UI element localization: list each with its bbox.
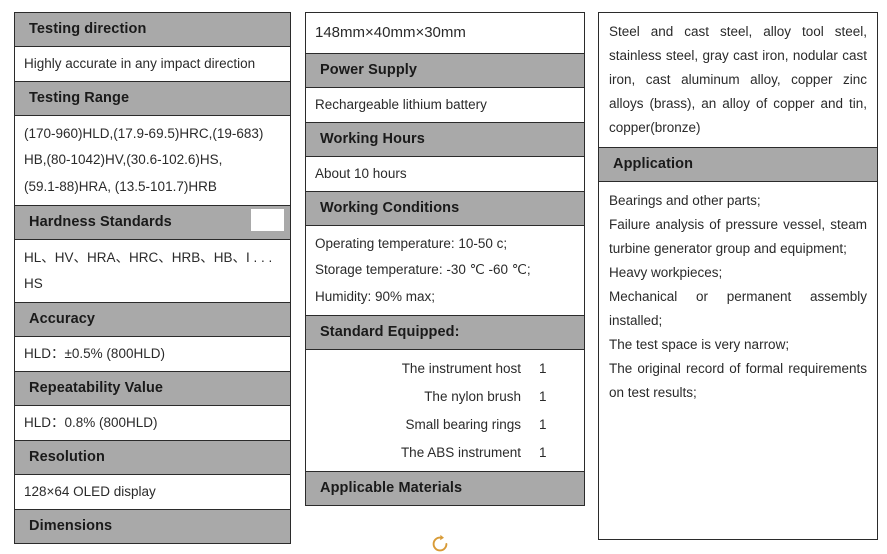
row-header-working-conditions: Working Conditions [306, 192, 584, 227]
row-value-dimensions: 148mm×40mm×30mm [306, 13, 584, 55]
text-line: Operating temperature: 10-50 c; [315, 236, 508, 252]
application-item: Heavy workpieces; [609, 265, 723, 281]
text-line: 148mm×40mm×30mm [315, 24, 466, 41]
equipment-list: The instrument host 1 The nylon brush 1 … [306, 355, 578, 466]
application-item: Failure analysis of pressure vessel, ste… [609, 217, 867, 257]
equipment-name: The ABS instrument [400, 444, 521, 460]
row-value-application: Bearings and other parts; Failure analys… [599, 182, 877, 413]
row-value-standard-equipped: The instrument host 1 The nylon brush 1 … [306, 350, 584, 473]
row-header-standard-equipped: Standard Equipped: [306, 316, 584, 351]
row-header-working-hours: Working Hours [306, 123, 584, 158]
row-header-testing-range: Testing Range [15, 81, 290, 116]
row-header-applicable-materials: Applicable Materials [306, 472, 584, 506]
row-header-resolution: Resolution [15, 441, 290, 476]
row-value-working-hours: About 10 hours [306, 157, 584, 193]
text-line: About 10 hours [315, 166, 407, 182]
list-item: The nylon brush 1 [306, 383, 578, 411]
text-line: HLD：0.8% (800HLD) [24, 415, 158, 431]
row-header-repeatability-value: Repeatability Value [15, 372, 290, 407]
text-line: HS [24, 276, 43, 292]
equipment-quantity: 1 [539, 416, 547, 432]
equipment-quantity: 1 [539, 388, 547, 404]
row-value-power-supply: Rechargeable lithium battery [306, 88, 584, 124]
spec-table-column-1: Testing direction Highly accurate in any… [14, 12, 291, 545]
row-value-working-conditions: Operating temperature: 10-50 c; Storage … [306, 226, 584, 316]
row-header-hardness-standards: Hardness Standards [15, 205, 290, 240]
list-item: The instrument host 1 [306, 355, 578, 383]
row-header-testing-direction: Testing direction [15, 13, 290, 48]
row-header-accuracy: Accuracy [15, 303, 290, 338]
equipment-name: The instrument host [401, 361, 521, 377]
row-value-hardness-standards: HL、HV、HRA、HRC、HRB、HB、I . . . HS [15, 239, 290, 304]
spec-table-column-3: Steel and cast steel, alloy tool steel, … [598, 12, 878, 540]
spec-table-column-2: 148mm×40mm×30mm Power Supply Rechargeabl… [305, 12, 585, 507]
row-header-application: Application [599, 148, 877, 183]
row-header-dimensions: Dimensions [15, 510, 290, 544]
list-item: The ABS instrument 1 [306, 439, 578, 467]
list-item: Small bearing rings 1 [306, 411, 578, 439]
equipment-name: Small bearing rings [405, 416, 521, 432]
text-line: Rechargeable lithium battery [315, 97, 487, 113]
equipment-quantity: 1 [539, 444, 547, 460]
text-line: HL、HV、HRA、HRC、HRB、HB、I . . . [24, 249, 273, 265]
text-line: Storage temperature: -30 ℃ -60 ℃; [315, 262, 531, 278]
text-line: (170-960)HLD,(17.9-69.5)HRC,(19-683) [24, 125, 264, 141]
row-header-power-supply: Power Supply [306, 54, 584, 89]
row-value-testing-direction: Highly accurate in any impact direction [15, 47, 290, 82]
row-value-applicable-materials: Steel and cast steel, alloy tool steel, … [599, 13, 877, 149]
row-value-resolution: 128×64 OLED display [15, 475, 290, 511]
refresh-rotate-icon[interactable] [430, 534, 450, 554]
row-value-repeatability: HLD：0.8% (800HLD) [15, 406, 290, 442]
equipment-name: The nylon brush [424, 388, 521, 404]
specification-columns: Testing direction Highly accurate in any… [0, 0, 887, 553]
row-value-accuracy: HLD：±0.5% (800HLD) [15, 337, 290, 373]
application-item: The test space is very narrow; [609, 337, 790, 353]
equipment-quantity: 1 [539, 361, 547, 377]
text-line: HLD：±0.5% (800HLD) [24, 346, 165, 362]
application-item: The original record of formal requiremen… [609, 361, 867, 401]
text-line: Highly accurate in any impact direction [24, 56, 256, 72]
row-value-testing-range: (170-960)HLD,(17.9-69.5)HRC,(19-683) HB,… [15, 115, 290, 206]
text-line: Humidity: 90% max; [315, 288, 436, 304]
text-line: 128×64 OLED display [24, 484, 156, 500]
application-item: Mechanical or permanent assembly install… [609, 289, 867, 329]
text-line: HB,(80-1042)HV,(30.6-102.6)HS, [24, 152, 223, 168]
occlusion-artifact [251, 209, 284, 231]
text-line: (59.1-88)HRA, (13.5-101.7)HRB [24, 178, 217, 194]
application-item: Bearings and other parts; [609, 193, 761, 209]
